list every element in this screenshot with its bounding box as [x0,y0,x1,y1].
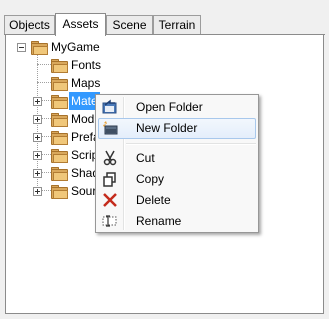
menu-item-label: Cut [136,151,155,165]
menu-item-label: Delete [136,193,171,207]
collapse-toggle-icon[interactable] [17,43,26,52]
tree-item-label: Mod [71,112,95,126]
open-folder-icon [102,99,118,115]
folder-icon [51,113,68,127]
menu-item-copy[interactable]: Copy [98,169,256,190]
menu-item-label: Copy [136,172,165,186]
menu-item-open-folder[interactable]: Open Folder [98,97,256,118]
folder-icon [51,59,68,73]
menu-item-delete[interactable]: Delete [98,190,256,211]
copy-icon [102,171,118,187]
folder-icon [51,167,68,181]
menu-item-label: New Folder [136,121,198,135]
expand-toggle-icon[interactable] [33,133,42,142]
expand-toggle-icon[interactable] [33,169,42,178]
tab-baseline-left [4,34,55,35]
folder-icon [51,149,68,163]
folder-icon [51,185,68,199]
folder-icon [51,131,68,145]
tree-item-fonts[interactable]: Fonts [6,56,206,74]
tab-objects[interactable]: Objects [4,15,55,34]
tree-item-label: MyGame [51,40,100,54]
tab-scene[interactable]: Scene [106,15,153,34]
expand-toggle-icon[interactable] [33,151,42,160]
tree-item-maps[interactable]: Maps [6,74,206,92]
context-menu: Open Folder New Folder Cut Copy Delete R… [95,94,259,233]
delete-x-icon [102,192,118,208]
tree-item-label: Sour [71,184,97,198]
folder-icon [51,95,68,109]
tree-item-mygame[interactable]: MyGame [6,38,206,56]
tree-item-label: Maps [71,76,101,90]
rename-icon [102,213,118,229]
folder-icon [51,77,68,91]
expand-toggle-icon[interactable] [33,115,42,124]
menu-item-new-folder[interactable]: New Folder [98,118,256,139]
menu-separator [126,143,256,145]
tab-baseline-right [106,34,325,35]
folder-icon [31,41,48,55]
tab-terrain[interactable]: Terrain [153,15,201,34]
expand-toggle-icon[interactable] [33,187,42,196]
menu-item-cut[interactable]: Cut [98,148,256,169]
menu-item-rename[interactable]: Rename [98,211,256,232]
menu-item-label: Rename [136,214,182,228]
new-folder-icon [102,120,118,136]
tree-item-label: Fonts [71,58,102,72]
expand-toggle-icon[interactable] [33,97,42,106]
scissors-icon [102,150,118,166]
menu-item-label: Open Folder [136,100,203,114]
tab-assets[interactable]: Assets [55,13,106,36]
